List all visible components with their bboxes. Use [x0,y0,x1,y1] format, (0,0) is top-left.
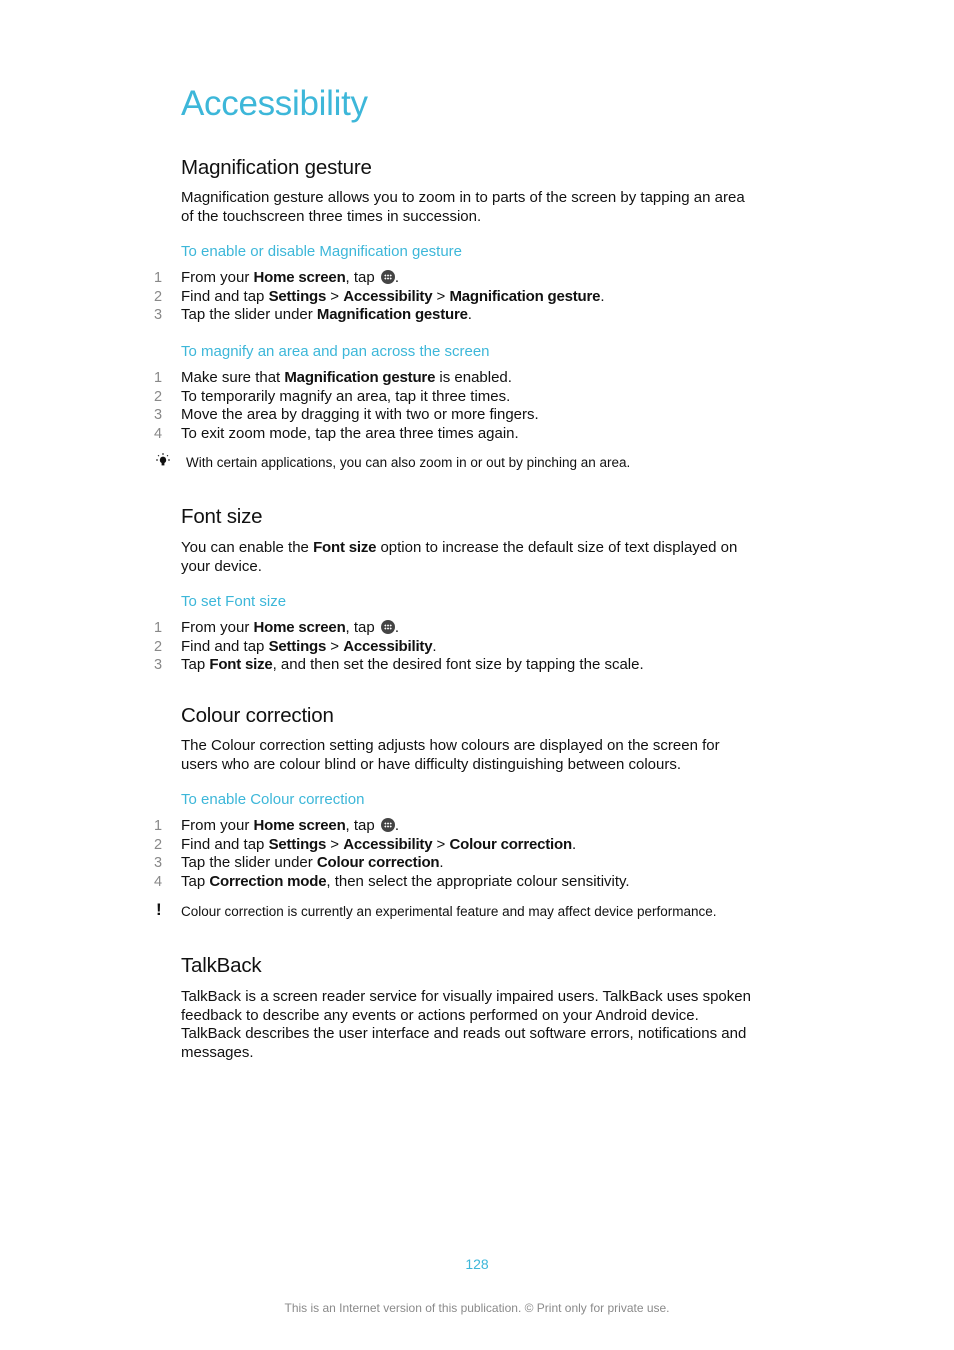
step-text: Tap Correction mode, then select the app… [181,872,630,890]
step-text: From your Home screen, tap . [181,817,400,834]
apps-icon [380,270,395,284]
paragraph-line: feedback to describe any events or actio… [181,1006,699,1024]
procedure-title: To enable Colour correction [181,791,365,808]
paragraph-line: TalkBack describes the user interface an… [181,1025,747,1042]
paragraph-line: messages. [181,1043,254,1061]
step-text: Find and tap Settings > Accessibility > … [181,287,605,305]
step-number: 1 [154,270,163,286]
heading-magnification-gesture: Magnification gesture [181,156,372,179]
heading-font-size: Font size [181,505,263,528]
step-text: Tap the slider under Magnification gestu… [181,306,472,323]
step-number: 3 [154,657,163,673]
exclamation-icon: ! [156,900,162,919]
procedure-title: To set Font size [181,593,287,610]
document-page: Accessibility Magnification gesture Magn… [0,0,954,1350]
heading-colour-correction: Colour correction [181,704,334,727]
tip-text: With certain applications, you can also … [186,455,631,470]
lightbulb-icon [155,452,171,471]
step-text: Make sure that Magnification gesture is … [181,369,512,386]
intro-line: users who are colour blind or have diffi… [181,755,682,773]
footer-notice: This is an Internet version of this publ… [284,1301,670,1315]
colour-correction-intro: The Colour correction setting adjusts ho… [181,737,801,774]
warning-text: Colour correction is currently an experi… [181,904,717,919]
page-title: Accessibility [181,84,368,123]
step-number: 2 [154,288,163,305]
step-text: From your Home screen, tap . [181,619,400,636]
step-number: 1 [154,370,163,386]
step-text: Find and tap Settings > Accessibility > … [181,835,577,853]
intro-line: The Colour correction setting adjusts ho… [181,737,720,754]
intro-line: your device. [181,557,262,575]
step-text: From your Home screen, tap . [181,269,400,286]
talkback-description: TalkBack is a screen reader service for … [181,988,801,1062]
heading-talkback: TalkBack [181,954,262,977]
step-text: To exit zoom mode, tap the area three ti… [181,424,519,442]
step-text: Tap the slider under Colour correction. [181,854,444,871]
intro-line: You can enable the Font size option to i… [181,539,738,556]
magnification-intro: Magnification gesture allows you to zoom… [181,189,801,226]
step-number: 1 [154,620,163,636]
step-number: 2 [154,388,163,405]
intro-line: of the touchscreen three times in succes… [181,207,482,225]
step-number: 3 [154,307,163,323]
step-text: Tap Font size, and then set the desired … [181,656,644,673]
font-size-intro: You can enable the Font size option to i… [181,539,801,576]
step-number: 3 [154,407,163,423]
page-number: 128 [465,1256,489,1272]
step-number: 1 [154,818,163,834]
step-text: Move the area by dragging it with two or… [181,406,539,423]
step-number: 4 [154,873,163,890]
paragraph-line: TalkBack is a screen reader service for … [181,988,751,1005]
step-number: 4 [154,425,163,442]
procedure-title: To enable or disable Magnification gestu… [181,243,463,260]
intro-line: Magnification gesture allows you to zoom… [181,189,745,206]
step-text: To temporarily magnify an area, tap it t… [181,387,511,405]
apps-icon [380,620,395,634]
step-number: 2 [154,638,163,655]
step-number: 3 [154,855,163,871]
step-number: 2 [154,836,163,853]
step-text: Find and tap Settings > Accessibility. [181,637,437,655]
apps-icon [380,818,395,832]
procedure-title: To magnify an area and pan across the sc… [181,343,490,360]
